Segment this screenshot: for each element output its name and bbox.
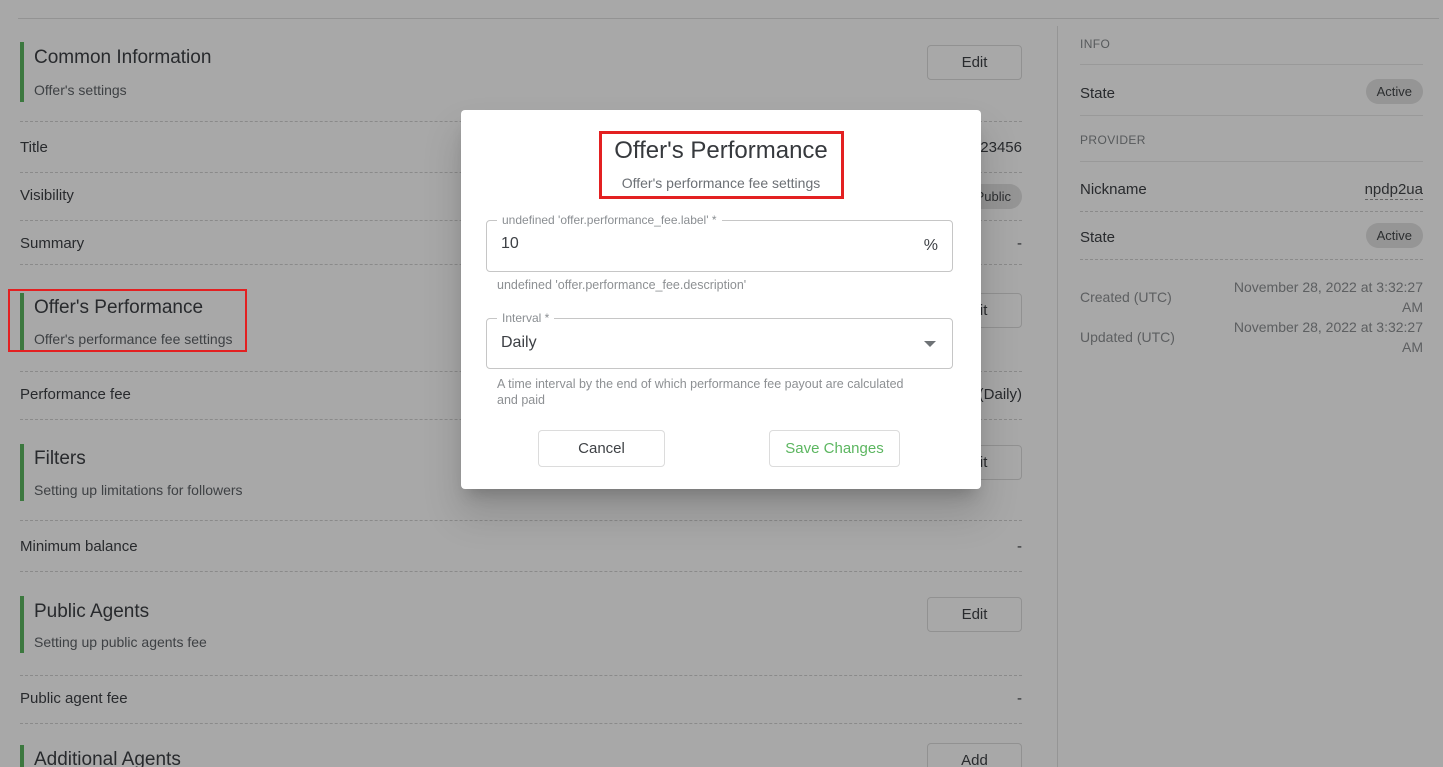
performance-fee-field-label: undefined 'offer.performance_fee.label' … [497, 212, 722, 228]
cancel-button[interactable]: Cancel [538, 430, 665, 467]
percent-suffix: % [924, 237, 938, 255]
dialog-title: Offer's Performance [461, 136, 981, 166]
performance-fee-helper: undefined 'offer.performance_fee.descrip… [497, 277, 746, 293]
interval-select-value: Daily [501, 334, 537, 352]
chevron-down-icon [924, 341, 936, 347]
dialog-subtitle: Offer's performance fee settings [461, 174, 981, 192]
save-changes-button[interactable]: Save Changes [769, 430, 900, 467]
interval-select[interactable]: Interval * Daily [486, 318, 953, 369]
interval-helper: A time interval by the end of which perf… [497, 376, 921, 408]
interval-select-label: Interval * [497, 310, 554, 326]
performance-fee-field: undefined 'offer.performance_fee.label' … [486, 220, 953, 272]
performance-fee-input[interactable] [501, 235, 891, 253]
screen: Common Information Offer's settings Edit… [0, 0, 1443, 767]
offers-performance-dialog: Offer's Performance Offer's performance … [461, 110, 981, 489]
